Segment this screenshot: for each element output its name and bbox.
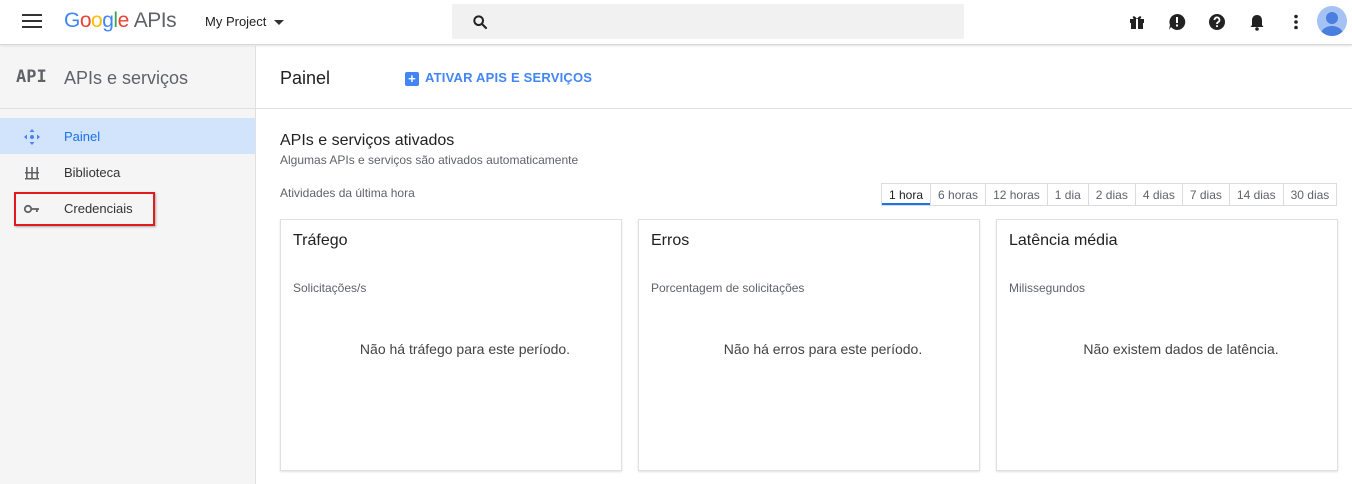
api-logo: API bbox=[16, 67, 47, 87]
main-content: Painel + ATIVAR APIS E SERVIÇOS APIs e se… bbox=[256, 46, 1352, 484]
card-subtitle: Solicitações/s bbox=[293, 281, 367, 295]
sidebar-item-label: Credenciais bbox=[64, 201, 133, 216]
enable-apis-button[interactable]: + ATIVAR APIS E SERVIÇOS bbox=[405, 70, 592, 86]
time-tab-1d[interactable]: 1 dia bbox=[1046, 184, 1088, 205]
section-subtitle: Algumas APIs e serviços são ativados aut… bbox=[280, 153, 579, 167]
time-tab-2d[interactable]: 2 dias bbox=[1087, 184, 1135, 205]
user-silhouette-icon bbox=[1321, 12, 1343, 36]
logo-apis: APIs bbox=[133, 9, 177, 32]
dashboard-icon bbox=[24, 129, 40, 145]
feedback-icon[interactable] bbox=[1167, 12, 1187, 32]
time-tab-30d[interactable]: 30 dias bbox=[1282, 184, 1337, 205]
search-input[interactable] bbox=[452, 4, 964, 39]
card-title: Erros bbox=[651, 232, 690, 249]
errors-card: Erros Porcentagem de solicitações Não há… bbox=[638, 219, 980, 471]
time-tab-14d[interactable]: 14 dias bbox=[1228, 184, 1283, 205]
notifications-icon[interactable] bbox=[1247, 12, 1267, 32]
sidebar-item-credenciais[interactable]: Credenciais bbox=[0, 190, 255, 226]
traffic-card: Tráfego Solicitações/s Não há tráfego pa… bbox=[280, 219, 622, 471]
enable-apis-label: ATIVAR APIS E SERVIÇOS bbox=[425, 70, 593, 85]
menu-icon[interactable] bbox=[22, 14, 42, 30]
sidebar-title: APIs e serviços bbox=[64, 68, 189, 88]
help-icon[interactable] bbox=[1207, 12, 1227, 32]
time-tab-6h[interactable]: 6 horas bbox=[930, 184, 985, 205]
card-title: Latência média bbox=[1009, 232, 1118, 249]
add-box-icon: + bbox=[405, 72, 419, 86]
dropdown-caret-icon bbox=[274, 20, 285, 26]
sidebar-item-painel[interactable]: Painel bbox=[0, 118, 255, 154]
sidebar-item-label: Biblioteca bbox=[64, 165, 121, 180]
library-icon bbox=[25, 167, 39, 180]
project-name: My Project bbox=[205, 14, 267, 29]
card-title: Tráfego bbox=[293, 232, 348, 249]
time-tab-7d[interactable]: 7 dias bbox=[1181, 184, 1229, 205]
card-empty-message: Não existem dados de latência. bbox=[1083, 341, 1279, 357]
latency-card: Latência média Milissegundos Não existem… bbox=[996, 219, 1338, 471]
google-apis-logo[interactable]: Google APIs bbox=[64, 9, 177, 33]
section-title: APIs e serviços ativados bbox=[280, 132, 455, 149]
search-icon bbox=[473, 15, 488, 30]
key-icon bbox=[23, 204, 39, 214]
time-tab-1h[interactable]: 1 hora bbox=[882, 184, 931, 205]
card-subtitle: Porcentagem de solicitações bbox=[651, 281, 805, 295]
card-subtitle: Milissegundos bbox=[1009, 281, 1086, 295]
sidebar-header: API APIs e serviços bbox=[0, 46, 255, 109]
logo-google: Google bbox=[64, 9, 129, 32]
more-vert-icon[interactable] bbox=[1286, 12, 1306, 32]
sidebar: API APIs e serviços Painel Biblioteca Cr… bbox=[0, 46, 256, 484]
gift-icon[interactable] bbox=[1127, 12, 1147, 32]
card-empty-message: Não há tráfego para este período. bbox=[359, 341, 571, 357]
page-header: Painel + ATIVAR APIS E SERVIÇOS bbox=[256, 46, 1352, 109]
card-empty-message: Não há erros para este período. bbox=[723, 341, 923, 357]
sidebar-item-label: Painel bbox=[64, 129, 101, 144]
top-app-bar: Google APIs My Project bbox=[0, 0, 1352, 45]
project-selector[interactable]: My Project bbox=[205, 14, 285, 29]
time-tab-12h[interactable]: 12 horas bbox=[985, 184, 1047, 205]
avatar[interactable] bbox=[1317, 6, 1347, 36]
sidebar-item-biblioteca[interactable]: Biblioteca bbox=[0, 154, 255, 190]
time-range-selector: 1 hora 6 horas 12 horas 1 dia 2 dias 4 d… bbox=[881, 183, 1338, 206]
time-tab-4d[interactable]: 4 dias bbox=[1134, 184, 1182, 205]
activity-label: Atividades da última hora bbox=[280, 186, 415, 200]
page-title: Painel bbox=[280, 68, 331, 88]
